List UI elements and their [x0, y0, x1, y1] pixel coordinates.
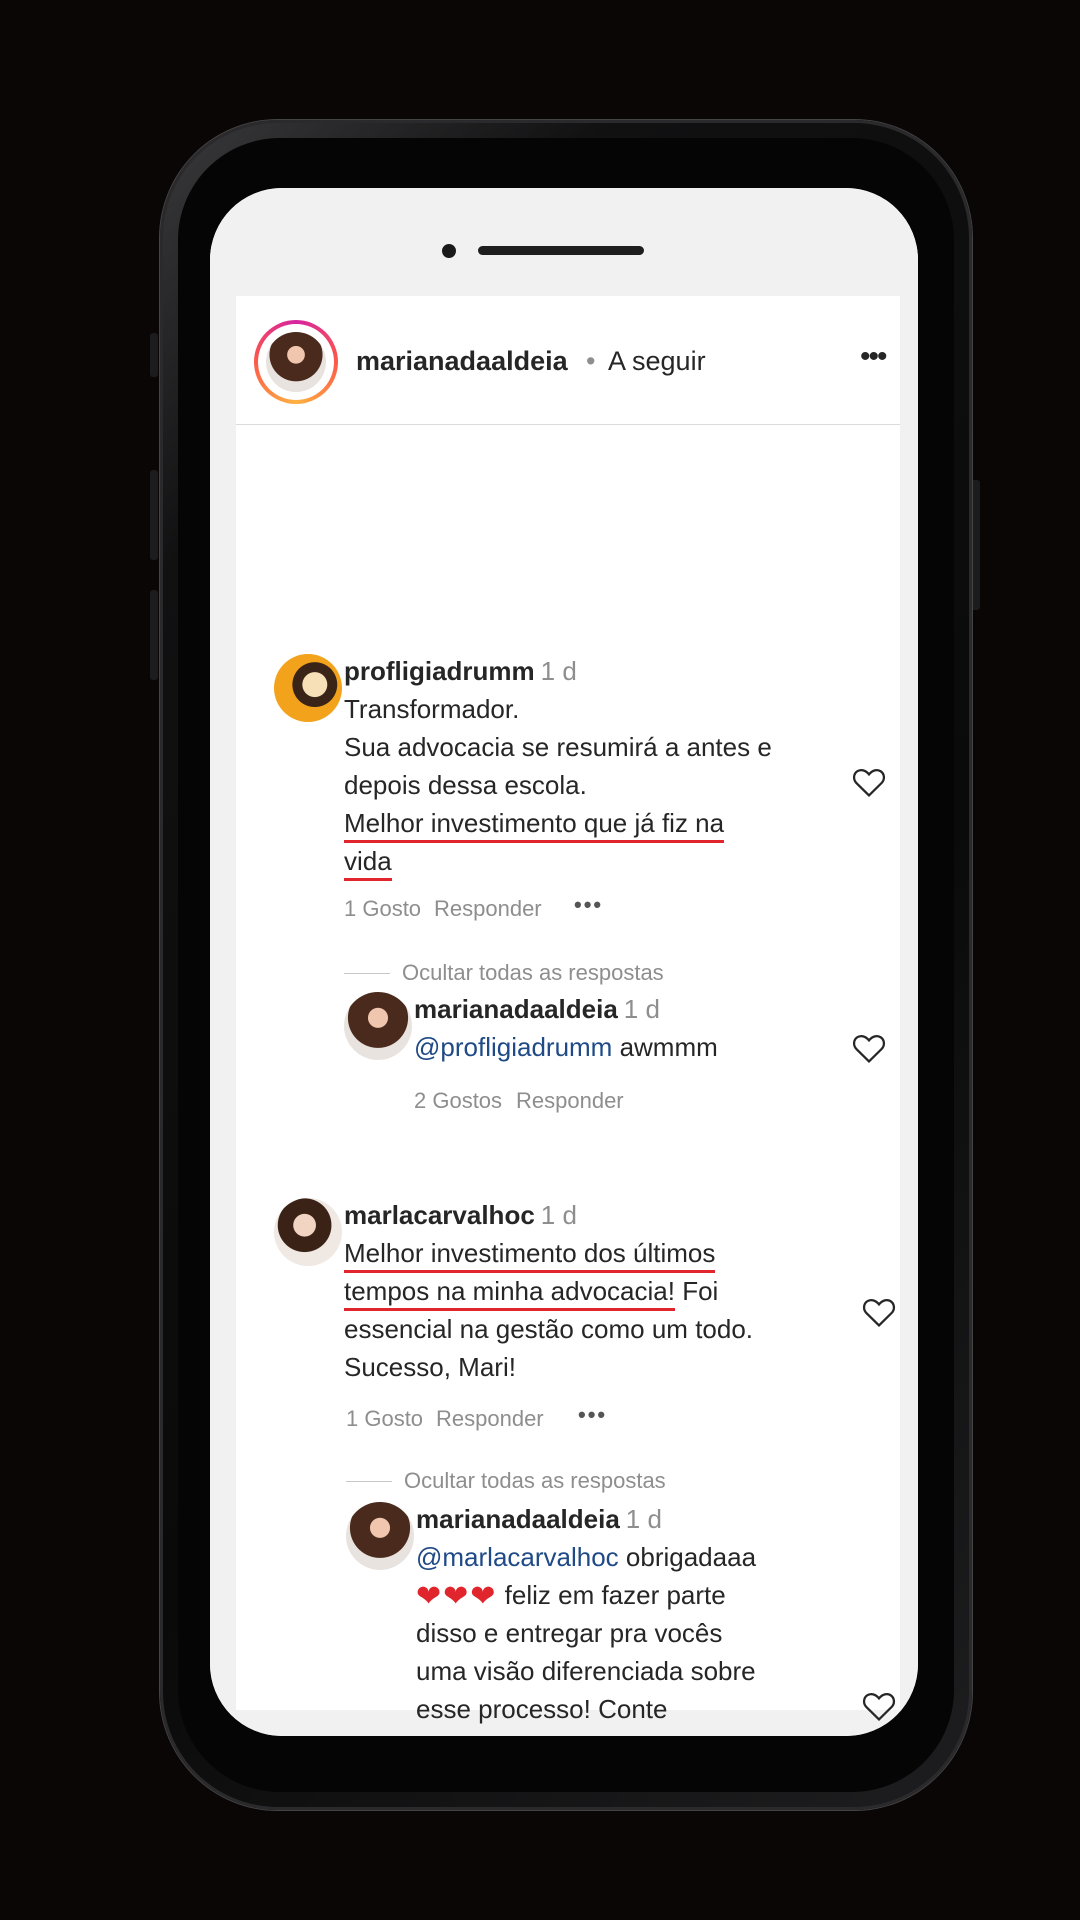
reply-text-line: comigo, Dra ! [416, 1728, 571, 1736]
reply-text-line: uma visão diferenciada sobre [416, 1656, 756, 1686]
highlighted-text: tempos na minha advocacia! [344, 1276, 675, 1311]
hide-replies-button[interactable]: Ocultar todas as respostas [402, 960, 664, 986]
avatar[interactable] [346, 1502, 414, 1570]
comment-header: profligiadrumm 1 d [344, 652, 577, 690]
reply-button[interactable]: Responder [434, 896, 542, 922]
avatar [266, 332, 326, 392]
highlighted-text: vida [344, 846, 392, 881]
reply-text-line: disso e entregar pra vocês [416, 1618, 723, 1648]
reply-header: marianadaaldeia 1 d [414, 990, 660, 1028]
comment-text-line: Melhor investimento dos últimos [344, 1234, 716, 1273]
like-heart-icon[interactable] [852, 1032, 886, 1064]
comment-text-line: Sua advocacia se resumirá a antes e [344, 732, 772, 762]
earpiece-speaker [478, 246, 644, 255]
reply-text-line: @marlacarvalhoc obrigadaaa [416, 1538, 756, 1576]
reply-text-line: esse processo! Conte [416, 1694, 668, 1724]
user-mention-link[interactable]: @profligiadrumm [414, 1032, 612, 1062]
avatar[interactable] [344, 992, 412, 1060]
phone-screen: marianadaaldeia • A seguir ••• profligia… [210, 188, 918, 1736]
comments-screen: marianadaaldeia • A seguir ••• profligia… [236, 296, 900, 1736]
volume-up-button [150, 470, 158, 560]
comment-text-line: essencial na gestão como um todo. [344, 1314, 754, 1344]
reply-text: feliz em fazer parte [497, 1580, 726, 1610]
divider [344, 973, 390, 974]
comment-header: marlacarvalhoc 1 d [344, 1196, 577, 1234]
comment-username[interactable]: profligiadrumm [344, 656, 535, 686]
like-count[interactable]: 2 Gostos [414, 1088, 502, 1114]
reply-button[interactable]: Responder [516, 1088, 624, 1114]
reply-header: marianadaaldeia 1 d [416, 1500, 662, 1538]
front-camera [442, 244, 456, 258]
comment-time: 1 d [540, 1200, 577, 1230]
reply-text-line: @profligiadrumm awmmm [414, 1028, 718, 1066]
comment-text-line: depois dessa escola. [344, 770, 587, 800]
comment-username[interactable]: marlacarvalhoc [344, 1200, 535, 1230]
header-username[interactable]: marianadaaldeia [356, 346, 568, 377]
divider [346, 1481, 392, 1482]
screen-margin-right [900, 296, 918, 1736]
comment-time: 1 d [540, 656, 577, 686]
mute-switch [150, 333, 158, 377]
reply-username[interactable]: marianadaaldeia [414, 994, 618, 1024]
screen-margin-left [210, 296, 236, 1736]
header-separator: • [586, 346, 596, 376]
reply-text: awmmm [612, 1032, 718, 1062]
phone-top-bezel [210, 188, 918, 296]
user-mention-link[interactable]: @marlacarvalhoc [416, 1542, 619, 1572]
comment-text: Foi [674, 1276, 719, 1306]
following-button[interactable]: A seguir [608, 346, 706, 377]
comment-text-line: vida [344, 842, 392, 881]
comment-text-line: Melhor investimento que já fiz na [344, 804, 725, 843]
highlighted-text: Melhor investimento que já fiz na [344, 808, 725, 843]
like-heart-icon[interactable] [862, 1296, 896, 1328]
reply-text: obrigadaaa [618, 1542, 757, 1572]
comment-text-line: tempos na minha advocacia! Foi [344, 1272, 719, 1311]
reply-username[interactable]: marianadaaldeia [416, 1504, 620, 1534]
more-horizontal-icon[interactable]: ••• [860, 340, 887, 374]
volume-down-button [150, 590, 158, 680]
comment-text-line: Sucesso, Mari! [344, 1352, 516, 1382]
comment-options-icon[interactable]: ••• [578, 1402, 607, 1428]
story-ring[interactable] [254, 320, 338, 404]
like-heart-icon[interactable] [862, 1690, 896, 1722]
like-count[interactable]: 1 Gosto [346, 1406, 423, 1432]
heart-emoji: ❤❤❤ [416, 1580, 498, 1614]
story-ring-gap [258, 324, 334, 400]
comment-text-line: Transformador. [344, 694, 520, 724]
like-heart-icon[interactable] [852, 766, 886, 798]
hide-replies-button[interactable]: Ocultar todas as respostas [404, 1468, 666, 1494]
comment-options-icon[interactable]: ••• [574, 892, 603, 918]
like-count[interactable]: 1 Gosto [344, 896, 421, 922]
reply-time: 1 d [623, 994, 660, 1024]
reply-time: 1 d [625, 1504, 662, 1534]
reply-text-line: ❤❤❤ feliz em fazer parte [416, 1576, 726, 1616]
avatar[interactable] [274, 1198, 342, 1266]
post-header: marianadaaldeia • A seguir ••• [236, 296, 900, 425]
highlighted-text: Melhor investimento dos últimos [344, 1238, 716, 1273]
reply-button[interactable]: Responder [436, 1406, 544, 1432]
avatar[interactable] [274, 654, 342, 722]
